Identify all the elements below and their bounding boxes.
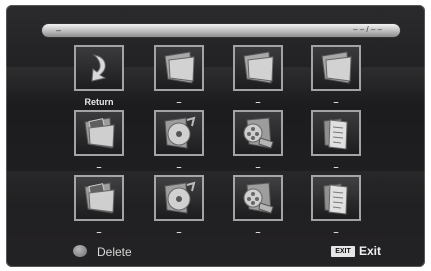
media-browser-screen: – – – / – – Return – – – – – – – – – – –… — [6, 5, 425, 267]
item-label: – — [333, 97, 339, 107]
item-label: – — [255, 227, 261, 237]
music-tile[interactable] — [154, 110, 204, 156]
folder-icon — [243, 51, 274, 84]
photo-folder-tile[interactable] — [74, 110, 124, 156]
delete-circle-icon — [73, 245, 87, 257]
item-label: – — [96, 162, 102, 172]
movie-reel-icon — [243, 182, 274, 214]
delete-button[interactable]: Delete — [97, 245, 132, 259]
footer-bar: Delete EXIT Exit — [6, 244, 425, 260]
document-tile[interactable] — [311, 175, 361, 221]
item-label: – — [96, 227, 102, 237]
folder-icon — [321, 51, 352, 84]
movie-reel-icon — [243, 117, 274, 149]
music-tile[interactable] — [154, 175, 204, 221]
return-tile[interactable] — [74, 45, 124, 91]
document-icon — [323, 118, 348, 150]
page-counter: – – / – – — [353, 25, 382, 34]
document-icon — [323, 183, 348, 215]
music-disc-icon — [164, 181, 196, 214]
item-label: – — [176, 97, 182, 107]
movie-tile[interactable] — [233, 110, 283, 156]
item-label: – — [176, 162, 182, 172]
music-disc-icon — [164, 116, 196, 149]
exit-key-icon: EXIT — [331, 246, 355, 257]
photo-folder-tile[interactable] — [74, 175, 124, 221]
progress-bar: – – – / – – — [42, 24, 400, 37]
photo-folder-icon — [84, 117, 115, 149]
photo-folder-icon — [84, 182, 115, 214]
folder-icon — [164, 51, 195, 84]
exit-button[interactable]: Exit — [359, 244, 381, 258]
folder-tile[interactable] — [154, 45, 204, 91]
item-label: – — [255, 97, 261, 107]
item-label: – — [333, 227, 339, 237]
return-arrow-icon — [91, 54, 107, 82]
document-tile[interactable] — [311, 110, 361, 156]
folder-tile[interactable] — [311, 45, 361, 91]
item-label: – — [255, 162, 261, 172]
return-label: Return — [84, 97, 114, 107]
item-label: – — [176, 227, 182, 237]
item-label: – — [333, 162, 339, 172]
movie-tile[interactable] — [233, 175, 283, 221]
progress-left-text: – — [56, 25, 62, 35]
folder-tile[interactable] — [233, 45, 283, 91]
